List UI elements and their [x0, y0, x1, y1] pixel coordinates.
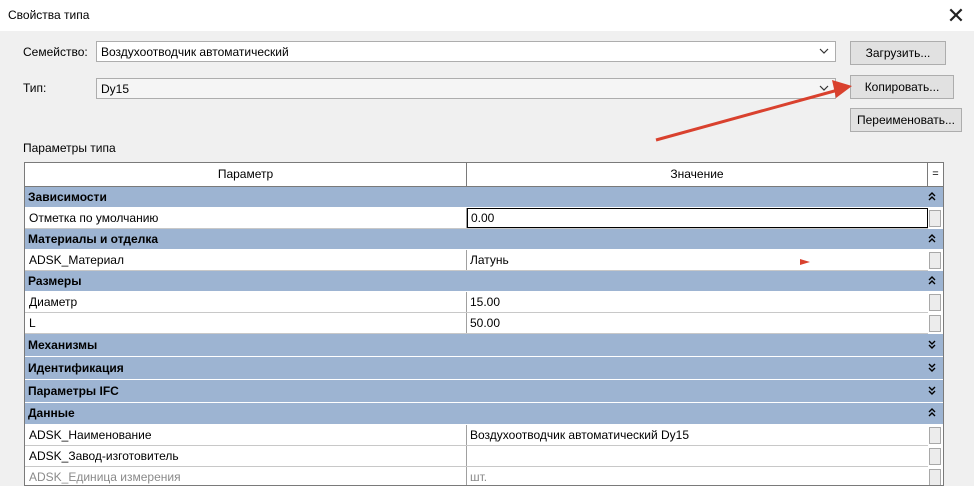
param-name: ADSK_Материал — [25, 250, 467, 270]
rename-button[interactable]: Переименовать... — [850, 108, 962, 132]
group-name: Идентификация — [28, 361, 124, 375]
table-row[interactable]: Отметка по умолчанию 0.00 — [25, 208, 928, 229]
param-value[interactable] — [467, 446, 928, 466]
formula-button[interactable] — [929, 427, 941, 444]
table-row[interactable]: ADSK_Материал Латунь — [25, 250, 928, 271]
parameters-grid: Параметр Значение = Зависимости Отметка … — [24, 162, 944, 486]
formula-button[interactable] — [929, 210, 941, 227]
collapse-icon[interactable] — [927, 405, 937, 421]
chevron-down-icon — [819, 48, 829, 54]
table-row[interactable]: ADSK_Завод-изготовитель — [25, 446, 928, 467]
param-name: ADSK_Наименование — [25, 425, 467, 445]
formula-button[interactable] — [929, 315, 941, 332]
formula-button[interactable] — [929, 448, 941, 465]
param-name: Диаметр — [25, 292, 467, 312]
family-label: Семейство: — [23, 45, 88, 59]
collapse-icon[interactable] — [927, 231, 937, 247]
param-name: L — [25, 313, 467, 333]
family-dropdown[interactable]: Воздухоотводчик автоматический — [96, 41, 836, 62]
expand-icon[interactable] — [927, 337, 937, 353]
load-button[interactable]: Загрузить... — [850, 41, 946, 65]
param-name: ADSK_Завод-изготовитель — [25, 446, 467, 466]
param-name: Отметка по умолчанию — [25, 208, 467, 228]
expand-icon[interactable] — [927, 383, 937, 399]
formula-button[interactable] — [929, 252, 941, 269]
collapse-icon[interactable] — [927, 273, 937, 289]
group-header-constraints[interactable]: Зависимости — [25, 187, 943, 208]
expand-icon[interactable] — [927, 360, 937, 376]
group-name: Параметры IFC — [28, 384, 119, 398]
column-header-parameter[interactable]: Параметр — [25, 163, 467, 187]
param-value[interactable]: Воздухоотводчик автоматический Dy15 — [467, 425, 928, 445]
group-header-identification[interactable]: Идентификация — [25, 357, 943, 380]
close-icon[interactable]: ✕ — [938, 2, 974, 30]
group-name: Зависимости — [28, 190, 107, 204]
type-dropdown[interactable]: Dy15 — [96, 78, 836, 99]
column-header-formula[interactable]: = — [928, 163, 943, 187]
window-title: Свойства типа — [8, 8, 90, 22]
formula-button[interactable] — [929, 294, 941, 311]
type-label: Тип: — [23, 81, 47, 95]
group-name: Материалы и отделка — [28, 232, 159, 246]
formula-button[interactable] — [929, 469, 941, 485]
group-header-materials[interactable]: Материалы и отделка — [25, 229, 943, 250]
chevron-down-icon — [819, 85, 829, 91]
column-header-value[interactable]: Значение — [467, 163, 928, 187]
param-name: ADSK_Единица измерения — [25, 467, 467, 485]
family-value: Воздухоотводчик автоматический — [101, 45, 289, 59]
param-value[interactable]: 50.00 — [467, 313, 928, 333]
small-arrow-icon — [800, 259, 810, 265]
table-row[interactable]: L 50.00 — [25, 313, 928, 334]
collapse-icon[interactable] — [927, 189, 937, 205]
group-header-dimensions[interactable]: Размеры — [25, 271, 943, 292]
group-header-data[interactable]: Данные — [25, 403, 943, 425]
group-header-mechanisms[interactable]: Механизмы — [25, 334, 943, 357]
title-bar: Свойства типа ✕ — [0, 0, 974, 31]
group-header-ifc[interactable]: Параметры IFC — [25, 380, 943, 403]
group-name: Данные — [28, 406, 75, 420]
copy-button[interactable]: Копировать... — [850, 75, 954, 99]
table-row[interactable]: ADSK_Наименование Воздухоотводчик автома… — [25, 425, 928, 446]
table-row[interactable]: Диаметр 15.00 — [25, 292, 928, 313]
param-value[interactable]: Латунь — [467, 250, 928, 270]
group-name: Механизмы — [28, 338, 98, 352]
group-name: Размеры — [28, 274, 82, 288]
type-value: Dy15 — [101, 82, 130, 96]
param-value: шт. — [470, 470, 488, 484]
table-row[interactable]: ADSK_Единица измерения шт. — [25, 467, 928, 485]
param-value-input[interactable]: 0.00 — [467, 208, 928, 228]
type-parameters-label: Параметры типа — [23, 141, 116, 155]
param-value[interactable]: 15.00 — [467, 292, 928, 312]
